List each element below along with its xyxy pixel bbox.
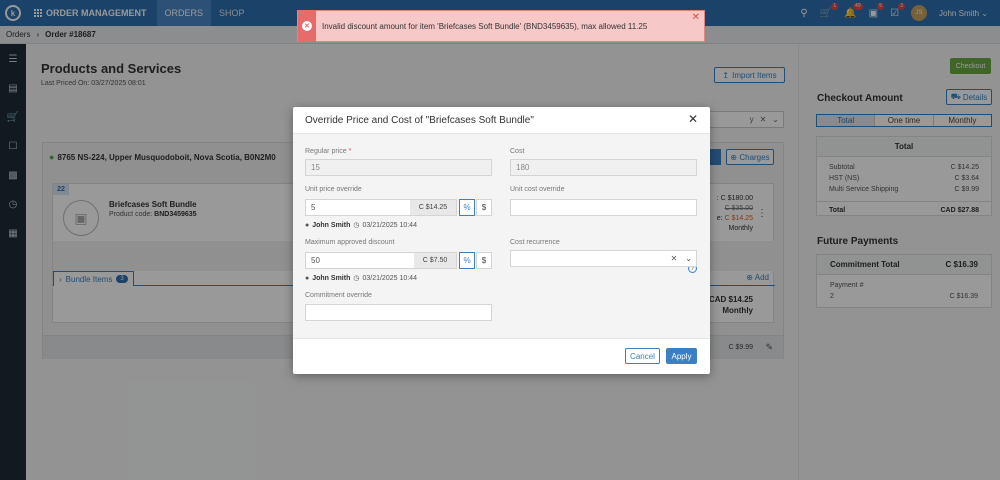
cost-recurrence-select[interactable]: ✕ ⌄	[510, 250, 697, 267]
chevron-down-icon[interactable]: ⌄	[685, 254, 692, 263]
cost-recurrence-label: Cost recurrence	[510, 239, 560, 246]
select-controls: ✕ ⌄	[671, 254, 692, 263]
unit-price-dollar-toggle[interactable]: $	[476, 199, 492, 216]
toast-message: Invalid discount amount for item 'Briefc…	[322, 21, 648, 31]
max-discount-percent-toggle[interactable]: %	[459, 252, 475, 269]
toast-icon-area: ✕	[298, 10, 316, 42]
error-icon: ✕	[302, 21, 312, 31]
modal-body: Regular price * 15 Unit price override 5…	[293, 134, 710, 338]
max-discount-audit: ● John Smith ◷ 03/21/2025 10:44	[305, 274, 417, 283]
regular-price-label: Regular price *	[305, 148, 351, 155]
unit-cost-override-input[interactable]	[510, 199, 697, 216]
audit-date: 03/21/2025 10:44	[362, 221, 417, 229]
override-price-modal: Override Price and Cost of "Briefcases S…	[293, 107, 710, 374]
audit-user: John Smith	[312, 221, 351, 229]
unit-cost-override-label: Unit cost override	[510, 186, 565, 193]
cost-field: 180	[510, 159, 697, 176]
max-discount-addon: C $7.50	[414, 253, 456, 268]
unit-price-percent-toggle[interactable]: %	[459, 199, 475, 216]
regular-price-field: 15	[305, 159, 492, 176]
audit-date: 03/21/2025 10:44	[362, 274, 417, 282]
unit-price-addon: C $14.25	[410, 200, 456, 215]
required-mark: *	[348, 148, 352, 155]
modal-title: Override Price and Cost of "Briefcases S…	[305, 115, 534, 126]
clear-icon[interactable]: ✕	[671, 254, 678, 263]
cost-label: Cost	[510, 148, 525, 155]
commitment-override-label: Commitment override	[305, 292, 372, 299]
unit-price-audit: ● John Smith ◷ 03/21/2025 10:44	[305, 221, 417, 230]
modal-footer-divider	[293, 338, 710, 339]
apply-button[interactable]: Apply	[666, 348, 697, 364]
clock-icon: ◷	[353, 222, 360, 229]
unit-price-override-label: Unit price override	[305, 186, 362, 193]
close-icon[interactable]: ✕	[688, 112, 698, 126]
user-icon: ●	[305, 274, 310, 282]
cancel-button[interactable]: Cancel	[625, 348, 660, 364]
clock-icon: ◷	[353, 275, 360, 282]
close-icon[interactable]: ✕	[692, 12, 700, 23]
error-toast: ✕ Invalid discount amount for item 'Brie…	[297, 10, 705, 42]
commitment-override-input[interactable]	[305, 304, 492, 321]
max-discount-dollar-toggle[interactable]: $	[476, 252, 492, 269]
user-icon: ●	[305, 221, 310, 229]
regular-price-label-text: Regular price	[305, 148, 347, 155]
max-discount-label: Maximum approved discount	[305, 239, 395, 246]
audit-user: John Smith	[312, 274, 351, 282]
